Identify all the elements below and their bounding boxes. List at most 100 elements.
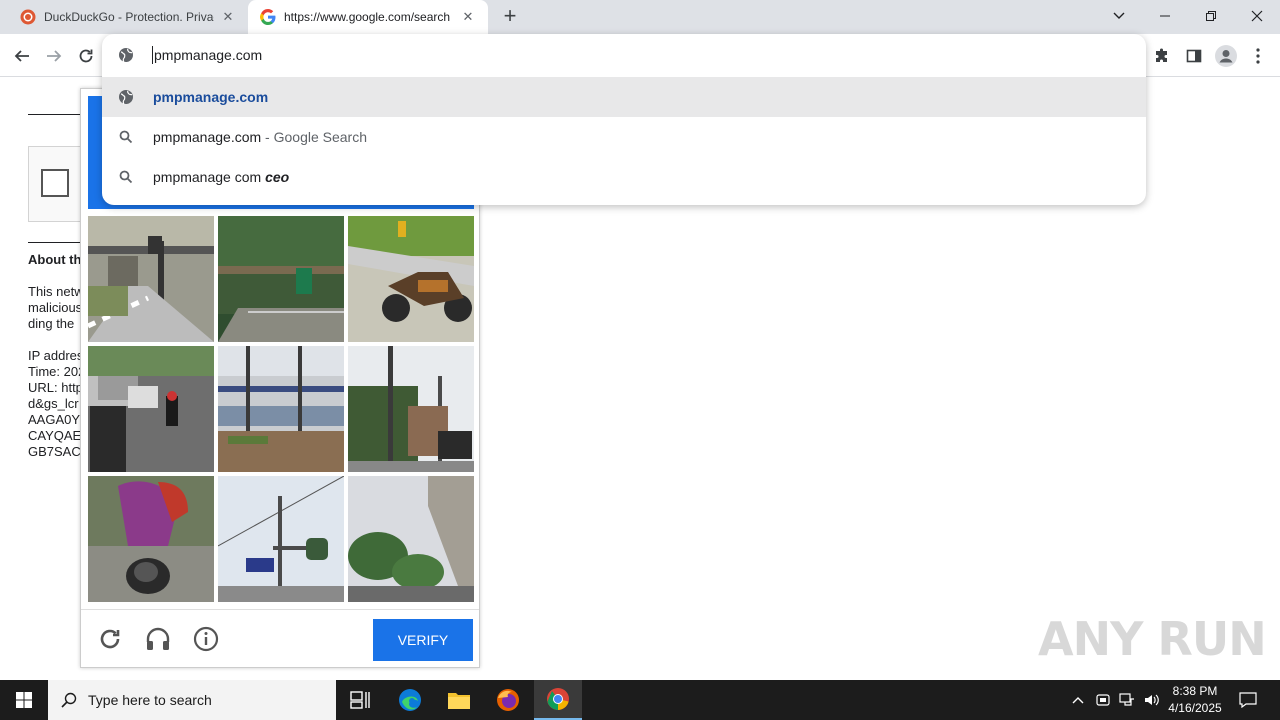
image-tile[interactable] xyxy=(348,216,474,342)
image-tile[interactable] xyxy=(88,476,214,602)
detail-line: GB7SAC xyxy=(28,444,81,459)
tab-title: https://www.google.com/search xyxy=(284,10,451,24)
omnibox-dropdown: pmpmanage.com pmpmanage.com pmpmanage.co… xyxy=(102,34,1146,205)
side-panel-icon xyxy=(1186,49,1202,63)
anyrun-watermark: ANY RUN xyxy=(1038,612,1267,666)
close-window-button[interactable] xyxy=(1234,0,1280,32)
volume-icon[interactable] xyxy=(1140,680,1162,720)
tab-close-icon[interactable]: ✕ xyxy=(460,9,476,25)
suggestion-text: pmpmanage.com xyxy=(153,89,269,105)
reload-button[interactable] xyxy=(72,42,100,70)
image-tile[interactable] xyxy=(218,346,344,472)
detail-line: Time: 202 xyxy=(28,364,86,379)
info-icon xyxy=(193,626,219,652)
headphones-icon xyxy=(146,627,170,650)
globe-icon xyxy=(119,90,133,105)
taskbar-file-explorer[interactable] xyxy=(435,680,483,720)
tab-title: DuckDuckGo - Protection. Privac xyxy=(44,10,214,24)
tray-overflow-chevron-icon[interactable] xyxy=(1068,680,1088,720)
paragraph-line: malicious xyxy=(28,300,83,315)
new-tab-button[interactable]: + xyxy=(498,5,522,29)
search-icon xyxy=(61,692,77,708)
image-tile[interactable] xyxy=(88,216,214,342)
firefox-icon xyxy=(497,689,519,711)
back-arrow-icon xyxy=(14,50,29,62)
address-bar-input[interactable]: pmpmanage.com xyxy=(152,46,262,64)
taskbar-edge[interactable] xyxy=(386,680,434,720)
info-button[interactable] xyxy=(192,625,220,653)
extensions-button[interactable] xyxy=(1148,42,1176,70)
notification-button[interactable] xyxy=(1234,680,1262,720)
globe-icon xyxy=(119,48,133,63)
suggestion-completion: ceo xyxy=(265,169,290,185)
detail-line: CAYQAE xyxy=(28,428,82,443)
network-icon[interactable] xyxy=(1116,680,1138,720)
audio-challenge-button[interactable] xyxy=(144,625,172,653)
paragraph-line: This netw xyxy=(28,284,84,299)
forward-arrow-icon xyxy=(47,50,62,62)
about-heading: About th xyxy=(28,252,82,267)
image-tile[interactable] xyxy=(88,346,214,472)
reload-icon xyxy=(100,629,120,649)
profile-button[interactable] xyxy=(1212,42,1240,70)
detail-line: d&gs_lcr xyxy=(28,396,79,411)
menu-button[interactable] xyxy=(1244,42,1272,70)
paragraph-line: ding the xyxy=(28,316,75,331)
taskbar-chrome[interactable] xyxy=(534,680,582,720)
clock[interactable]: 8:38 PM 4/16/2025 xyxy=(1160,683,1230,717)
puzzle-icon xyxy=(1156,48,1167,62)
side-panel-button[interactable] xyxy=(1180,42,1208,70)
task-view-icon xyxy=(350,691,370,709)
notification-icon xyxy=(1239,692,1257,708)
start-button[interactable] xyxy=(0,680,48,720)
duckduckgo-icon xyxy=(20,9,36,25)
divider xyxy=(28,242,80,243)
taskbar-search-box[interactable]: Type here to search xyxy=(48,680,336,720)
suggestion-item[interactable]: pmpmanage com ceo xyxy=(102,157,1146,197)
kebab-menu-icon xyxy=(1256,48,1260,64)
minimize-button[interactable] xyxy=(1142,0,1188,32)
tab-google-search[interactable]: https://www.google.com/search ✕ xyxy=(248,0,488,34)
divider xyxy=(28,114,80,115)
suggestion-query: pmpmanage.com xyxy=(153,129,262,145)
image-tile[interactable] xyxy=(218,476,344,602)
taskbar: Type here to search 8:38 PM 4/16/2025 xyxy=(0,680,1280,720)
suggestion-item[interactable]: pmpmanage.com xyxy=(102,77,1146,117)
suggestion-item[interactable]: pmpmanage.com - Google Search xyxy=(102,117,1146,157)
chrome-icon xyxy=(547,688,569,710)
forward-button[interactable] xyxy=(40,42,68,70)
restore-button[interactable] xyxy=(1188,0,1234,32)
suggestion-source: - Google Search xyxy=(261,129,368,145)
windows-logo-icon xyxy=(16,692,32,708)
suggestion-text: pmpmanage com ceo xyxy=(153,169,289,185)
reload-icon xyxy=(79,49,93,63)
omnibox-input-row[interactable]: pmpmanage.com xyxy=(102,34,1146,76)
folder-icon xyxy=(448,693,470,709)
search-placeholder: Type here to search xyxy=(88,692,212,708)
search-icon xyxy=(119,130,133,144)
suggestion-query: pmpmanage com xyxy=(153,169,266,185)
detail-line: URL: http xyxy=(28,380,83,395)
recaptcha-checkbox[interactable] xyxy=(41,169,69,197)
taskbar-firefox[interactable] xyxy=(484,680,532,720)
suggestion-text: pmpmanage.com - Google Search xyxy=(153,129,367,145)
back-button[interactable] xyxy=(8,42,36,70)
reload-challenge-button[interactable] xyxy=(96,625,124,653)
image-tile[interactable] xyxy=(348,476,474,602)
meet-now-icon[interactable] xyxy=(1092,680,1114,720)
verify-button[interactable]: VERIFY xyxy=(373,619,473,661)
clock-time: 8:38 PM xyxy=(1172,684,1218,698)
google-icon xyxy=(260,9,276,25)
tab-strip: DuckDuckGo - Protection. Privac ✕ https:… xyxy=(0,0,1280,34)
tab-duckduckgo[interactable]: DuckDuckGo - Protection. Privac ✕ xyxy=(8,0,248,34)
image-tile[interactable] xyxy=(218,216,344,342)
avatar-icon xyxy=(1215,45,1237,67)
search-icon xyxy=(119,170,133,184)
edge-icon xyxy=(399,689,421,711)
tab-search-chevron-icon[interactable] xyxy=(1096,0,1142,32)
detail-line: AAGA0Y xyxy=(28,412,81,427)
detail-line: IP addres xyxy=(28,348,84,363)
task-view-button[interactable] xyxy=(336,680,384,720)
image-tile[interactable] xyxy=(348,346,474,472)
tab-close-icon[interactable]: ✕ xyxy=(220,9,236,25)
